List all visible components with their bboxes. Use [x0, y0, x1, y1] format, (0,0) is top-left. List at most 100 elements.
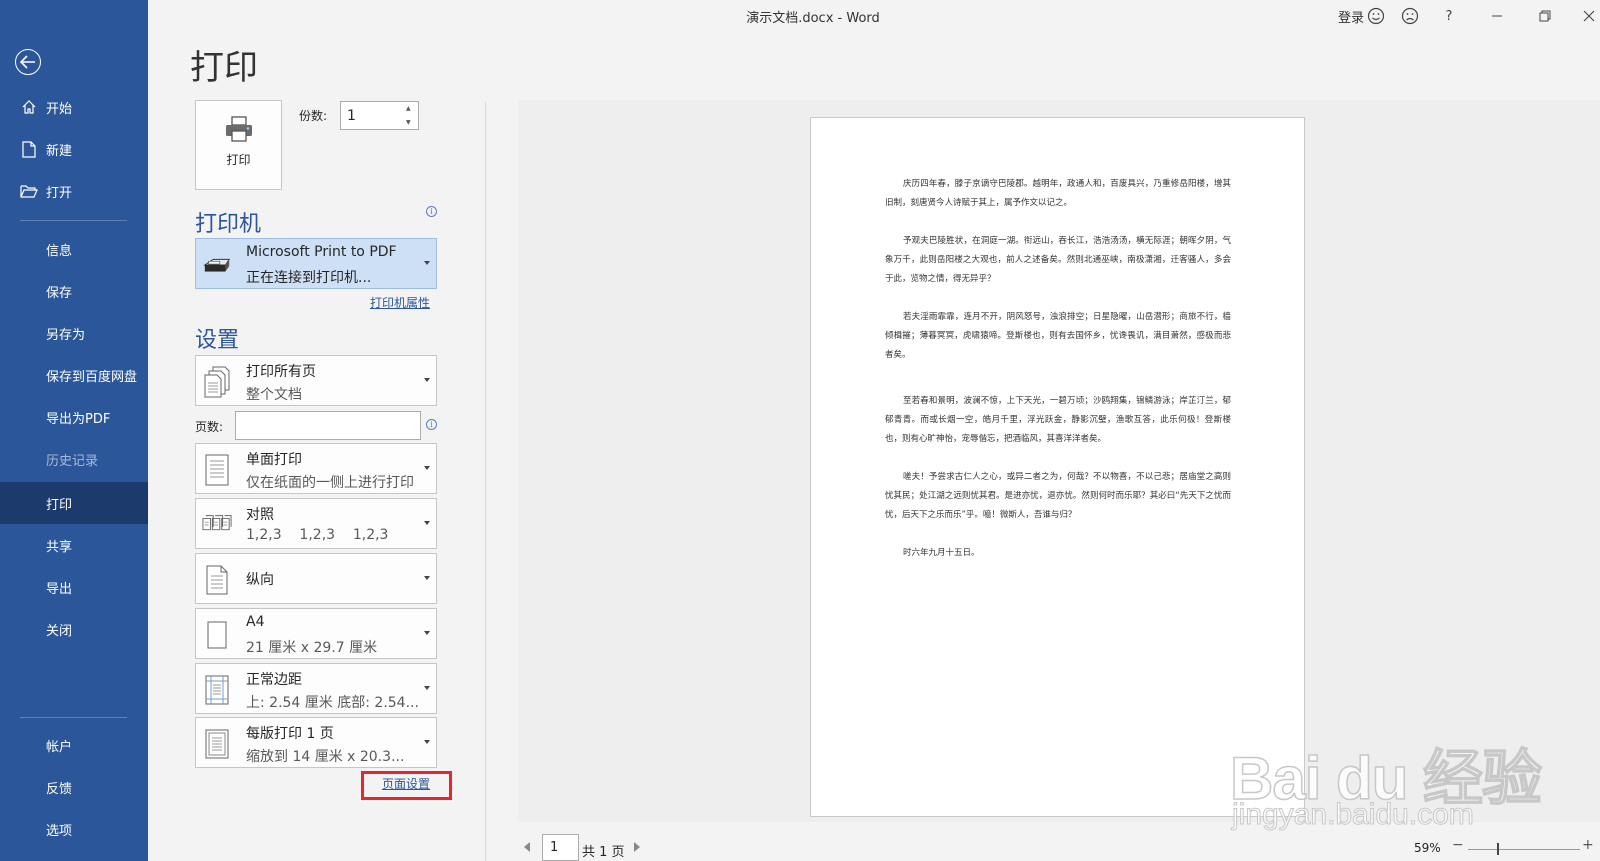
sidebar-item-new[interactable]: 新建: [0, 128, 148, 170]
sides-dropdown[interactable]: 单面打印 仅在纸面的一侧上进行打印: [195, 443, 437, 494]
preview-paragraph: 嗟夫！予尝求古仁人之心，或异二者之为，何哉？不以物喜，不以己悲；居庙堂之高则忧其…: [885, 472, 1231, 520]
sidebar-item-label: 打开: [46, 185, 73, 201]
one-sided-icon: [202, 452, 232, 488]
print-button-label: 打印: [226, 153, 251, 167]
sidebar-item-label: 保存: [46, 285, 73, 301]
sidebar-item-export-pdf[interactable]: 导出为PDF: [0, 396, 148, 438]
backstage-sidebar: 开始 新建 打开 信息 保存 另存为 保存到百度网盘 导出为PDF 历史记录 打…: [0, 0, 148, 861]
previous-page-icon[interactable]: [524, 842, 530, 852]
window-title: 演示文档.docx - Word: [746, 11, 880, 26]
smile-icon[interactable]: [1365, 5, 1387, 27]
sidebar-item-options[interactable]: 选项: [0, 808, 148, 850]
printer-icon: [202, 247, 232, 283]
sign-in-link[interactable]: 登录: [1338, 7, 1364, 26]
sidebar-item-label: 新建: [46, 143, 73, 159]
pages-per-sheet-main: 每版打印 1 页: [246, 726, 334, 742]
page-total: 共 1 页: [582, 845, 625, 860]
sidebar-item-label: 共享: [46, 539, 73, 555]
title-bar: 演示文档.docx - Word 登录 ?: [148, 0, 1600, 32]
sidebar-item-save[interactable]: 保存: [0, 270, 148, 312]
sidebar-item-label: 信息: [46, 243, 73, 259]
sidebar-item-label: 历史记录: [46, 453, 99, 469]
chevron-down-icon: [424, 378, 430, 382]
sidebar-item-label: 导出: [46, 581, 73, 597]
printer-status: 正在连接到打印机...: [246, 270, 372, 286]
orientation-dropdown[interactable]: 纵向: [195, 553, 437, 604]
zoom-slider[interactable]: [1468, 849, 1580, 850]
portrait-icon: [202, 562, 232, 598]
margins-dropdown[interactable]: 正常边距 上: 2.54 厘米 底部: 2.54...: [195, 663, 437, 714]
sidebar-item-label: 另存为: [46, 327, 86, 343]
copies-label: 份数:: [299, 109, 328, 123]
home-icon: [19, 99, 39, 115]
collated-icon: [202, 507, 232, 543]
chevron-down-icon: [424, 686, 430, 690]
page-number-field[interactable]: 1: [542, 834, 579, 861]
copies-field[interactable]: 1 ▲ ▼: [340, 101, 419, 130]
preview-paragraph: 庆历四年春，滕子京谪守巴陵郡。越明年，政通人和，百废具兴，乃重修岳阳楼，增其旧制…: [885, 179, 1231, 208]
chevron-down-icon[interactable]: ▼: [406, 118, 416, 127]
sidebar-item-print[interactable]: 打印: [0, 482, 148, 524]
sidebar-item-open[interactable]: 打开: [0, 170, 148, 212]
sidebar-item-share[interactable]: 共享: [0, 524, 148, 566]
paper-size-sub: 21 厘米 x 29.7 厘米: [246, 640, 378, 656]
back-arrow-icon[interactable]: [15, 49, 41, 75]
help-icon[interactable]: ?: [1438, 5, 1460, 27]
zoom-level[interactable]: 59%: [1414, 841, 1441, 855]
pages-per-sheet-icon: [202, 726, 232, 762]
sidebar-item-label: 帐户: [46, 739, 73, 755]
collation-dropdown[interactable]: 对照 1,2,3 1,2,3 1,2,3: [195, 498, 437, 549]
chevron-up-icon[interactable]: ▲: [406, 104, 416, 113]
highlight-annotation: [361, 771, 452, 800]
paper-size-dropdown[interactable]: A4 21 厘米 x 29.7 厘米: [195, 608, 437, 659]
settings-section-title: 设置: [195, 328, 240, 353]
sidebar-item-label: 关闭: [46, 623, 73, 639]
sidebar-item-account[interactable]: 帐户: [0, 724, 148, 766]
print-range-dropdown[interactable]: 打印所有页 整个文档: [195, 355, 437, 406]
zoom-in-button[interactable]: +: [1582, 837, 1594, 853]
margins-icon: [202, 672, 232, 708]
sidebar-divider: [20, 717, 127, 718]
margins-main: 正常边距: [246, 672, 302, 688]
print-button[interactable]: 打印: [195, 100, 282, 190]
printer-properties-link[interactable]: 打印机属性: [370, 294, 430, 311]
preview-paragraph: 若夫淫雨霏霏，连月不开，阴风怒号，浊浪排空；日星隐曜，山岳潜形；商旅不行，樯倾楫…: [885, 312, 1231, 360]
sides-main: 单面打印: [246, 452, 302, 468]
sidebar-item-close[interactable]: 关闭: [0, 608, 148, 650]
pages-per-sheet-dropdown[interactable]: 每版打印 1 页 缩放到 14 厘米 x 20.3...: [195, 717, 437, 768]
frown-icon[interactable]: [1399, 5, 1421, 27]
chevron-down-icon: [424, 466, 430, 470]
sidebar-item-feedback[interactable]: 反馈: [0, 766, 148, 808]
next-page-icon[interactable]: [634, 842, 640, 852]
chevron-down-icon: [424, 576, 430, 580]
copies-stepper[interactable]: ▲ ▼: [406, 104, 416, 127]
zoom-slider-thumb[interactable]: [1497, 843, 1500, 855]
chevron-down-icon: [424, 740, 430, 744]
restore-icon[interactable]: [1534, 5, 1556, 27]
sidebar-item-save-to-baidu[interactable]: 保存到百度网盘: [0, 354, 148, 396]
new-document-icon: [19, 140, 39, 158]
pages-field[interactable]: [235, 411, 421, 440]
copies-value: 1: [347, 107, 356, 124]
paper-size-icon: [202, 617, 232, 653]
sidebar-item-save-as[interactable]: 另存为: [0, 312, 148, 354]
info-icon[interactable]: i: [426, 419, 437, 430]
sidebar-item-label: 选项: [46, 823, 73, 839]
info-icon[interactable]: i: [426, 206, 437, 217]
sidebar-item-export[interactable]: 导出: [0, 566, 148, 608]
sidebar-item-info[interactable]: 信息: [0, 228, 148, 270]
sides-sub: 仅在纸面的一侧上进行打印: [246, 475, 414, 491]
printer-section-title: 打印机: [195, 212, 262, 237]
sidebar-item-label: 打印: [46, 497, 73, 513]
sidebar-divider: [20, 220, 127, 221]
sidebar-item-home[interactable]: 开始: [0, 86, 148, 128]
preview-paragraph: 予观夫巴陵胜状，在洞庭一湖。衔远山，吞长江，浩浩汤汤，横无际涯；朝晖夕阴，气象万…: [885, 236, 1231, 284]
chevron-down-icon: [424, 631, 430, 635]
printer-name: Microsoft Print to PDF: [246, 244, 397, 260]
pane-divider: [485, 102, 486, 861]
zoom-out-button[interactable]: −: [1452, 837, 1464, 853]
minimize-icon[interactable]: [1486, 5, 1508, 27]
printer-dropdown[interactable]: Microsoft Print to PDF 正在连接到打印机...: [195, 238, 437, 289]
pages-label: 页数:: [195, 420, 224, 434]
close-icon[interactable]: [1578, 5, 1600, 27]
